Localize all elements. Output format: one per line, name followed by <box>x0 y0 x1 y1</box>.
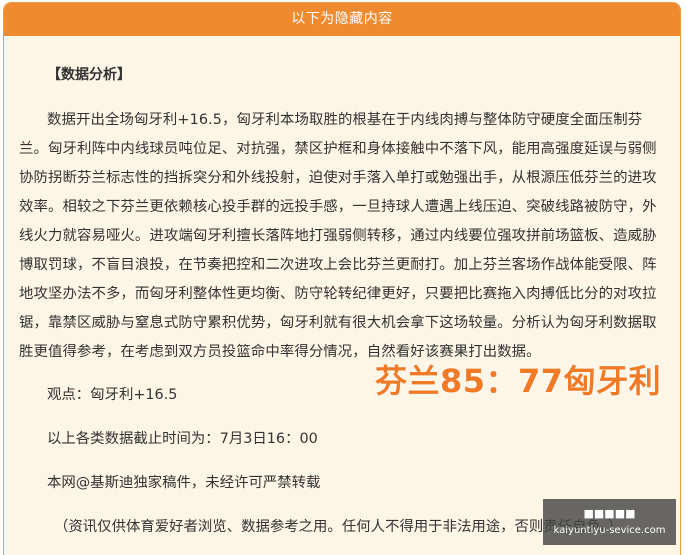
analysis-paragraph: 数据开出全场匈牙利+16.5，匈牙利本场取胜的根基在于内线肉搏与整体防守硬度全面… <box>19 112 657 360</box>
data-cutoff-text: 以上各类数据截止时间为：7月3日16：00 <box>47 431 318 447</box>
watermark-url: kaiyuntiyu-sevice.com <box>553 525 666 536</box>
site-watermark: ■■■■■ kaiyuntiyu-sevice.com <box>543 499 676 545</box>
watermark-label: ■■■■■ <box>583 507 636 520</box>
section-title: 【数据分析】 <box>47 67 131 83</box>
article-content: 【数据分析】 数据开出全场匈牙利+16.5，匈牙利本场取胜的根基在于内线肉搏与整… <box>19 36 659 542</box>
hidden-content-panel: 以下为隐藏内容 【数据分析】 数据开出全场匈牙利+16.5，匈牙利本场取胜的根基… <box>3 2 681 555</box>
copyright-notice: 本网@基斯迪独家稿件，未经许可严禁转载 <box>47 475 321 491</box>
score-overlay: 芬兰85：77匈牙利 <box>375 362 662 400</box>
panel-header-title: 以下为隐藏内容 <box>4 3 680 36</box>
